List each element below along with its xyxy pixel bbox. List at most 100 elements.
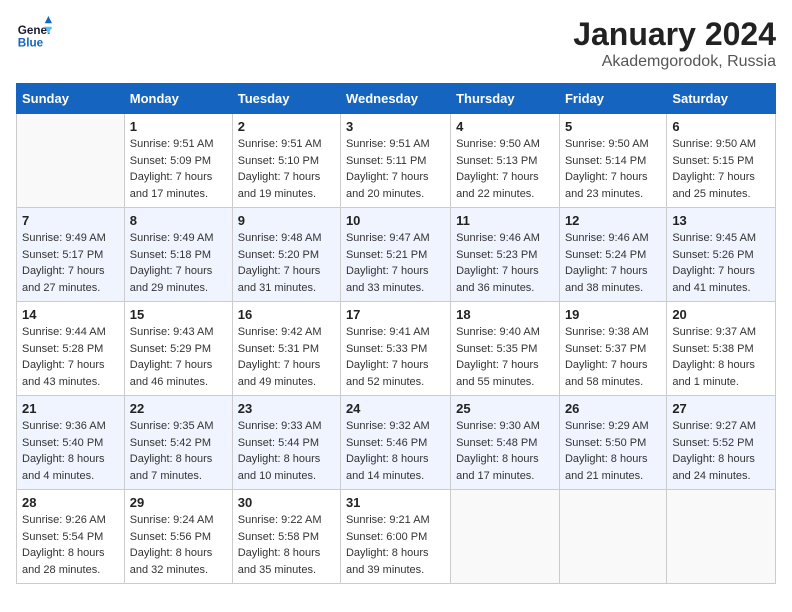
week-row-5: 28 Sunrise: 9:26 AM Sunset: 5:54 PM Dayli…	[17, 490, 776, 584]
day-cell: 17 Sunrise: 9:41 AM Sunset: 5:33 PM Dayli…	[340, 302, 450, 396]
day-cell: 8 Sunrise: 9:49 AM Sunset: 5:18 PM Daylig…	[124, 208, 232, 302]
column-header-tuesday: Tuesday	[232, 84, 340, 114]
day-info: Sunrise: 9:42 AM Sunset: 5:31 PM Dayligh…	[238, 324, 335, 390]
day-info: Sunrise: 9:26 AM Sunset: 5:54 PM Dayligh…	[22, 512, 119, 578]
day-info: Sunrise: 9:29 AM Sunset: 5:50 PM Dayligh…	[565, 418, 661, 484]
day-info: Sunrise: 9:50 AM Sunset: 5:15 PM Dayligh…	[672, 136, 770, 202]
column-header-thursday: Thursday	[451, 84, 560, 114]
day-cell: 1Sunrise: 9:51 AM Sunset: 5:09 PM Daylig…	[124, 114, 232, 208]
day-info: Sunrise: 9:46 AM Sunset: 5:24 PM Dayligh…	[565, 230, 661, 296]
page-subtitle: Akademgorodok, Russia	[573, 53, 776, 71]
day-info: Sunrise: 9:30 AM Sunset: 5:48 PM Dayligh…	[456, 418, 554, 484]
page-header: General Blue January 2024 Akademgorodok,…	[16, 16, 776, 71]
day-info: Sunrise: 9:51 AM Sunset: 5:11 PM Dayligh…	[346, 136, 445, 202]
day-cell: 28 Sunrise: 9:26 AM Sunset: 5:54 PM Dayli…	[17, 490, 125, 584]
day-cell: 2 Sunrise: 9:51 AM Sunset: 5:10 PM Daylig…	[232, 114, 340, 208]
day-cell	[17, 114, 125, 208]
day-number: 29	[130, 495, 227, 510]
day-cell: 19 Sunrise: 9:38 AM Sunset: 5:37 PM Dayli…	[559, 302, 666, 396]
day-number: 31	[346, 495, 445, 510]
day-number: 15	[130, 307, 227, 322]
day-info: Sunrise: 9:27 AM Sunset: 5:52 PM Dayligh…	[672, 418, 770, 484]
day-cell: 23Sunrise: 9:33 AM Sunset: 5:44 PM Dayli…	[232, 396, 340, 490]
day-info: Sunrise: 9:24 AM Sunset: 5:56 PM Dayligh…	[130, 512, 227, 578]
day-info: Sunrise: 9:21 AM Sunset: 6:00 PM Dayligh…	[346, 512, 445, 578]
day-info: Sunrise: 9:33 AM Sunset: 5:44 PM Dayligh…	[238, 418, 335, 484]
day-info: Sunrise: 9:32 AM Sunset: 5:46 PM Dayligh…	[346, 418, 445, 484]
day-number: 10	[346, 213, 445, 228]
day-number: 21	[22, 401, 119, 416]
day-cell: 14 Sunrise: 9:44 AM Sunset: 5:28 PM Dayli…	[17, 302, 125, 396]
day-cell: 24 Sunrise: 9:32 AM Sunset: 5:46 PM Dayli…	[340, 396, 450, 490]
week-row-4: 21 Sunrise: 9:36 AM Sunset: 5:40 PM Dayli…	[17, 396, 776, 490]
day-cell: 10 Sunrise: 9:47 AM Sunset: 5:21 PM Dayli…	[340, 208, 450, 302]
day-number: 3	[346, 119, 445, 134]
day-info: Sunrise: 9:45 AM Sunset: 5:26 PM Dayligh…	[672, 230, 770, 296]
header-row: SundayMondayTuesdayWednesdayThursdayFrid…	[17, 84, 776, 114]
week-row-1: 1Sunrise: 9:51 AM Sunset: 5:09 PM Daylig…	[17, 114, 776, 208]
day-info: Sunrise: 9:48 AM Sunset: 5:20 PM Dayligh…	[238, 230, 335, 296]
day-cell: 26 Sunrise: 9:29 AM Sunset: 5:50 PM Dayli…	[559, 396, 666, 490]
day-cell: 4 Sunrise: 9:50 AM Sunset: 5:13 PM Daylig…	[451, 114, 560, 208]
day-number: 28	[22, 495, 119, 510]
logo-icon: General Blue	[16, 16, 52, 52]
day-number: 20	[672, 307, 770, 322]
day-number: 24	[346, 401, 445, 416]
day-number: 5	[565, 119, 661, 134]
day-number: 6	[672, 119, 770, 134]
day-info: Sunrise: 9:47 AM Sunset: 5:21 PM Dayligh…	[346, 230, 445, 296]
day-number: 25	[456, 401, 554, 416]
day-cell: 6 Sunrise: 9:50 AM Sunset: 5:15 PM Daylig…	[667, 114, 776, 208]
day-number: 26	[565, 401, 661, 416]
day-number: 11	[456, 213, 554, 228]
logo: General Blue	[16, 16, 52, 52]
day-number: 2	[238, 119, 335, 134]
day-info: Sunrise: 9:38 AM Sunset: 5:37 PM Dayligh…	[565, 324, 661, 390]
day-info: Sunrise: 9:22 AM Sunset: 5:58 PM Dayligh…	[238, 512, 335, 578]
day-info: Sunrise: 9:46 AM Sunset: 5:23 PM Dayligh…	[456, 230, 554, 296]
day-info: Sunrise: 9:44 AM Sunset: 5:28 PM Dayligh…	[22, 324, 119, 390]
column-header-friday: Friday	[559, 84, 666, 114]
day-number: 18	[456, 307, 554, 322]
day-info: Sunrise: 9:37 AM Sunset: 5:38 PM Dayligh…	[672, 324, 770, 390]
day-number: 17	[346, 307, 445, 322]
day-cell: 13 Sunrise: 9:45 AM Sunset: 5:26 PM Dayli…	[667, 208, 776, 302]
day-cell	[667, 490, 776, 584]
day-info: Sunrise: 9:50 AM Sunset: 5:14 PM Dayligh…	[565, 136, 661, 202]
week-row-2: 7Sunrise: 9:49 AM Sunset: 5:17 PM Daylig…	[17, 208, 776, 302]
day-cell: 21 Sunrise: 9:36 AM Sunset: 5:40 PM Dayli…	[17, 396, 125, 490]
day-info: Sunrise: 9:41 AM Sunset: 5:33 PM Dayligh…	[346, 324, 445, 390]
column-header-saturday: Saturday	[667, 84, 776, 114]
day-cell: 29 Sunrise: 9:24 AM Sunset: 5:56 PM Dayli…	[124, 490, 232, 584]
day-number: 19	[565, 307, 661, 322]
day-info: Sunrise: 9:49 AM Sunset: 5:18 PM Dayligh…	[130, 230, 227, 296]
day-number: 30	[238, 495, 335, 510]
day-number: 4	[456, 119, 554, 134]
day-cell	[451, 490, 560, 584]
svg-text:Blue: Blue	[18, 37, 44, 50]
day-number: 22	[130, 401, 227, 416]
day-number: 9	[238, 213, 335, 228]
day-info: Sunrise: 9:50 AM Sunset: 5:13 PM Dayligh…	[456, 136, 554, 202]
day-info: Sunrise: 9:43 AM Sunset: 5:29 PM Dayligh…	[130, 324, 227, 390]
day-cell: 15 Sunrise: 9:43 AM Sunset: 5:29 PM Dayli…	[124, 302, 232, 396]
column-header-sunday: Sunday	[17, 84, 125, 114]
day-cell: 3 Sunrise: 9:51 AM Sunset: 5:11 PM Daylig…	[340, 114, 450, 208]
day-number: 8	[130, 213, 227, 228]
day-number: 12	[565, 213, 661, 228]
day-cell: 25 Sunrise: 9:30 AM Sunset: 5:48 PM Dayli…	[451, 396, 560, 490]
day-cell: 22Sunrise: 9:35 AM Sunset: 5:42 PM Dayli…	[124, 396, 232, 490]
week-row-3: 14 Sunrise: 9:44 AM Sunset: 5:28 PM Dayli…	[17, 302, 776, 396]
day-cell: 30 Sunrise: 9:22 AM Sunset: 5:58 PM Dayli…	[232, 490, 340, 584]
column-header-wednesday: Wednesday	[340, 84, 450, 114]
day-info: Sunrise: 9:51 AM Sunset: 5:09 PM Dayligh…	[130, 136, 227, 202]
day-number: 13	[672, 213, 770, 228]
day-cell	[559, 490, 666, 584]
day-number: 14	[22, 307, 119, 322]
day-info: Sunrise: 9:36 AM Sunset: 5:40 PM Dayligh…	[22, 418, 119, 484]
day-info: Sunrise: 9:51 AM Sunset: 5:10 PM Dayligh…	[238, 136, 335, 202]
day-number: 27	[672, 401, 770, 416]
day-cell: 27 Sunrise: 9:27 AM Sunset: 5:52 PM Dayli…	[667, 396, 776, 490]
day-cell: 16Sunrise: 9:42 AM Sunset: 5:31 PM Dayli…	[232, 302, 340, 396]
calendar-table: SundayMondayTuesdayWednesdayThursdayFrid…	[16, 83, 776, 584]
